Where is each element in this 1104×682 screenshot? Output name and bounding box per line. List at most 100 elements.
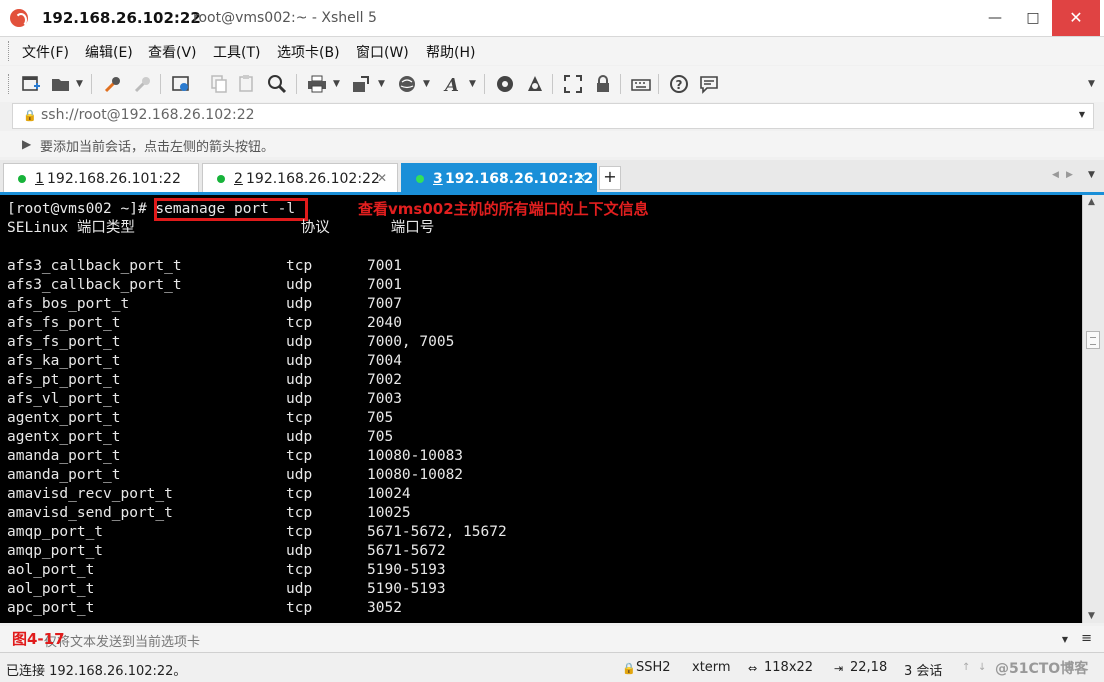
session-count-status: 3 会话: [904, 664, 943, 679]
xftp-icon[interactable]: [494, 73, 516, 95]
toolbar-separator: [484, 74, 485, 94]
menu-view[interactable]: 查看(V): [148, 42, 197, 62]
port-protocol: tcp: [286, 448, 313, 464]
tab-list-dropdown-icon[interactable]: ▼: [1088, 170, 1095, 180]
tab-session-2[interactable]: 2 192.168.26.102:22 ✕: [202, 163, 398, 192]
port-protocol: tcp: [286, 315, 313, 331]
help-icon[interactable]: ?: [668, 73, 690, 95]
open-folder-icon[interactable]: [50, 73, 72, 95]
port-protocol: udp: [286, 277, 313, 293]
print-icon[interactable]: [306, 73, 328, 95]
connected-status-icon: [18, 175, 26, 183]
lock-icon: 🔒: [23, 109, 37, 122]
menu-file[interactable]: 文件(F): [22, 42, 69, 62]
resize-icon: ⇔: [748, 662, 758, 675]
compose-bar[interactable]: 仅将文本发送到当前选项卡 图4-17 ▼ ≡: [0, 626, 1104, 653]
tab-session-3[interactable]: 3 192.168.26.102:22 ✕: [401, 163, 597, 192]
address-dropdown-icon[interactable]: ▼: [1079, 110, 1085, 119]
transfer-icon[interactable]: [350, 73, 372, 95]
keyboard-icon[interactable]: [630, 73, 652, 95]
menu-edit[interactable]: 编辑(E): [85, 42, 133, 62]
tab-label: 192.168.26.101:22: [47, 171, 181, 187]
address-input[interactable]: ssh://root@192.168.26.102:22: [41, 107, 255, 123]
terminal-scrollbar[interactable]: ▲ ▼: [1082, 195, 1104, 623]
tab-scroll-left-icon[interactable]: ◀: [1052, 170, 1059, 180]
transfer-dropdown-icon[interactable]: ▼: [378, 79, 385, 89]
port-type: afs_fs_port_t: [7, 315, 121, 331]
port-protocol: udp: [286, 296, 313, 312]
toolbar-separator: [91, 74, 92, 94]
port-numbers: 7000, 7005: [367, 334, 455, 350]
scrollbar-thumb[interactable]: [1086, 331, 1100, 349]
port-protocol: tcp: [286, 562, 313, 578]
tab-bar: 1 192.168.26.101:22 2 192.168.26.102:22 …: [0, 160, 1104, 195]
maximize-button[interactable]: □: [1016, 0, 1050, 36]
figure-label: 图4-17: [12, 630, 65, 648]
toolbar-overflow-icon[interactable]: ▼: [1088, 79, 1095, 89]
globe-dropdown-icon[interactable]: ▼: [423, 79, 430, 89]
minimize-button[interactable]: —: [978, 0, 1012, 36]
open-dropdown-icon[interactable]: ▼: [76, 79, 83, 89]
tab-number: 3: [433, 171, 443, 187]
port-numbers: 705: [367, 410, 394, 426]
port-numbers: 5190-5193: [367, 562, 446, 578]
tab-session-1[interactable]: 1 192.168.26.101:22: [3, 163, 199, 192]
tab-close-icon[interactable]: ✕: [377, 171, 387, 185]
xmanager-icon[interactable]: [524, 73, 546, 95]
menu-window[interactable]: 窗口(W): [356, 42, 409, 62]
port-protocol: tcp: [286, 600, 313, 616]
terminal-type-status: xterm: [692, 660, 731, 675]
print-dropdown-icon[interactable]: ▼: [333, 79, 340, 89]
tab-number: 1: [35, 171, 44, 187]
terminal-size-status: 118x22: [764, 660, 814, 675]
lock-icon: 🔒: [622, 662, 636, 675]
compose-menu-icon[interactable]: ≡: [1081, 631, 1092, 646]
globe-icon[interactable]: [396, 73, 418, 95]
properties-icon[interactable]: [170, 73, 192, 95]
port-type: amavisd_recv_port_t: [7, 486, 173, 502]
port-type: afs_pt_port_t: [7, 372, 121, 388]
toolbar: ▼ ▼ ▼ ▼ A ▼ ? ▼: [0, 66, 1104, 102]
find-icon[interactable]: [266, 73, 288, 95]
add-tab-button[interactable]: +: [599, 166, 621, 190]
font-icon[interactable]: A: [442, 73, 464, 95]
address-bar[interactable]: 🔒 ssh://root@192.168.26.102:22 ▼: [12, 103, 1094, 129]
new-session-icon[interactable]: [20, 73, 42, 95]
compose-dropdown-icon[interactable]: ▼: [1062, 635, 1068, 644]
disconnect-icon[interactable]: [132, 73, 154, 95]
toolbar-separator: [296, 74, 297, 94]
port-protocol: udp: [286, 353, 313, 369]
scroll-down-icon[interactable]: ▼: [1088, 611, 1095, 621]
menu-tools[interactable]: 工具(T): [213, 42, 260, 62]
port-numbers: 7004: [367, 353, 402, 369]
menu-help[interactable]: 帮助(H): [426, 42, 475, 62]
port-protocol: tcp: [286, 505, 313, 521]
watermark-text: @51CTO博客: [995, 661, 1089, 677]
lock-icon[interactable]: [592, 73, 614, 95]
fullscreen-icon[interactable]: [562, 73, 584, 95]
reconnect-icon[interactable]: [102, 73, 124, 95]
arrow-bookmark-icon[interactable]: ▶: [22, 137, 31, 151]
tab-label: 192.168.26.102:22: [445, 171, 594, 187]
copy-icon[interactable]: [208, 73, 230, 95]
compose-input[interactable]: 仅将文本发送到当前选项卡: [44, 631, 200, 650]
port-type: amqp_port_t: [7, 524, 104, 540]
port-type: agentx_port_t: [7, 429, 121, 445]
terminal-output[interactable]: [root@vms002 ~]# semanage port -l 查看vms0…: [0, 195, 1082, 623]
port-type: apc_port_t: [7, 600, 95, 616]
port-type: aol_port_t: [7, 562, 95, 578]
menu-tabs[interactable]: 选项卡(B): [277, 42, 340, 62]
port-numbers: 5190-5193: [367, 581, 446, 597]
cursor-icon: ⇥: [834, 662, 844, 675]
port-numbers: 10080-10083: [367, 448, 464, 464]
window-title-host: 192.168.26.102:22: [42, 9, 201, 27]
tab-close-icon[interactable]: ✕: [576, 171, 586, 185]
scroll-up-icon[interactable]: ▲: [1088, 197, 1095, 207]
font-dropdown-icon[interactable]: ▼: [469, 79, 476, 89]
tab-scroll-right-icon[interactable]: ▶: [1066, 170, 1073, 180]
port-numbers: 705: [367, 429, 394, 445]
chat-icon[interactable]: [698, 73, 720, 95]
toolbar-separator: [160, 74, 161, 94]
close-button[interactable]: ✕: [1052, 0, 1100, 36]
paste-icon[interactable]: [236, 73, 258, 95]
